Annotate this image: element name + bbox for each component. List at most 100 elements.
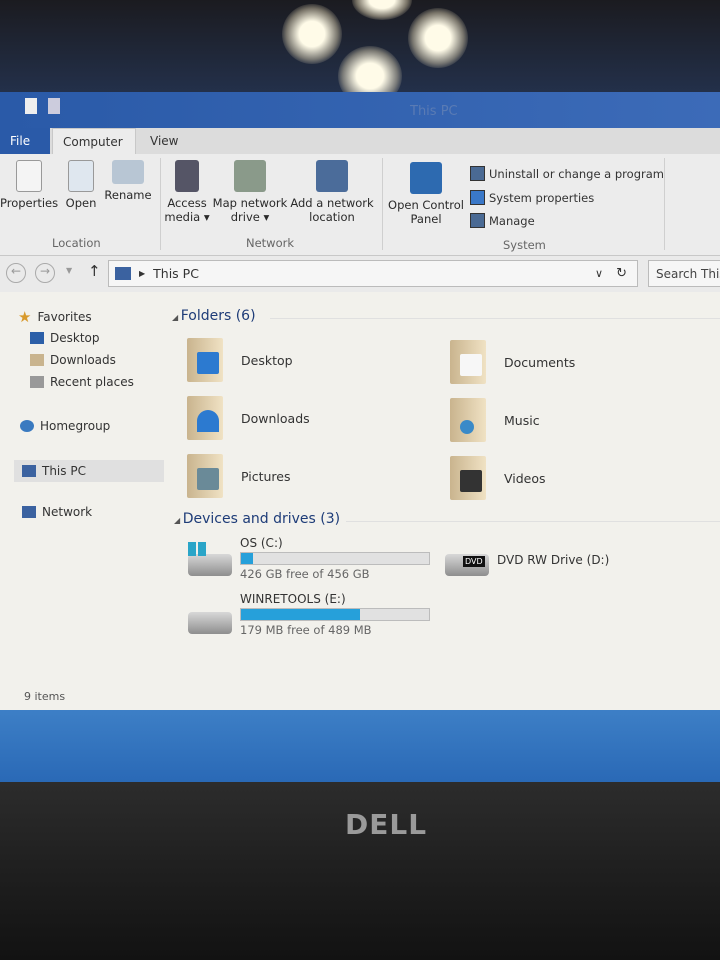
quick-access-folder-icon[interactable] [48,98,60,114]
windows-logo-icon [188,542,206,556]
network-icon [22,506,36,518]
ribbon-tabs: File Computer View [0,128,720,156]
open-icon [68,160,94,192]
address-input[interactable]: ▶ This PC ∨ ↻ [108,260,638,287]
desktop-icon [30,332,44,344]
sidebar-item-favorites[interactable]: ★ Favorites [18,308,92,326]
uninstall-program-button[interactable]: Uninstall or change a program [470,166,664,181]
breadcrumb-separator-icon: ▶ [139,269,146,278]
folder-videos[interactable]: Videos [450,456,546,500]
drive-name: OS (C:) [240,536,283,550]
group-label-network: Network [246,236,295,250]
music-folder-icon [450,398,486,442]
control-panel-icon [410,162,442,194]
drive-usage-bar [240,608,430,621]
folder-music[interactable]: Music [450,398,540,442]
quick-access-properties-icon[interactable] [25,98,37,114]
network-location-icon [316,160,348,192]
drive-usage-fill [241,553,254,564]
access-media-button[interactable]: Access media ▾ [164,160,210,224]
drive-free-space: 426 GB free of 456 GB [240,567,370,581]
dvd-label-icon: DVD [463,556,485,567]
breadcrumb-this-pc[interactable]: This PC [153,266,199,281]
star-icon: ★ [18,308,32,326]
section-divider [270,318,720,319]
refresh-icon[interactable]: ↻ [616,266,627,281]
address-dropdown-icon[interactable]: ∨ [595,267,603,280]
tab-file[interactable]: File [0,128,50,156]
downloads-folder-icon [187,396,223,440]
computer-icon [22,465,36,477]
folder-documents[interactable]: Documents [450,340,575,384]
drive-dvd-d[interactable]: DVD RW Drive (D:) [497,553,609,567]
videos-folder-icon [450,456,486,500]
drive-usage-fill [241,609,361,620]
drive-name: DVD RW Drive (D:) [497,553,610,567]
network-drive-icon [234,160,266,192]
drive-free-space: 179 MB free of 489 MB [240,623,372,637]
group-label-system: System [503,238,546,252]
open-control-panel-button[interactable]: Open Control Panel [386,162,466,226]
rename-button[interactable]: Rename [104,160,152,202]
folders-section-header[interactable]: ◢ Folders (6) [172,308,256,324]
drive-usage-bar [240,552,430,565]
os-drive-icon [188,554,232,576]
drive-name: WINRETOOLS (E:) [240,592,346,606]
title-bar [0,92,720,130]
sidebar-item-desktop[interactable]: Desktop [30,331,100,345]
properties-icon [16,160,42,192]
dell-logo: DELL [345,808,428,841]
ribbon: Properties Open Rename Location Access m… [0,154,720,256]
tab-computer[interactable]: Computer [52,128,136,156]
drive-os-c[interactable]: OS (C:) 426 GB free of 456 GB [240,536,430,581]
system-properties-button[interactable]: System properties [470,190,594,205]
search-input[interactable]: Search This PC [648,260,720,287]
manage-icon [470,213,485,228]
manage-button[interactable]: Manage [470,213,535,228]
map-network-drive-button[interactable]: Map network drive ▾ [212,160,288,224]
section-divider [346,521,720,522]
desktop-background [0,710,720,782]
up-arrow-icon[interactable]: ↑ [88,262,101,280]
winretools-drive-icon [188,612,232,634]
documents-folder-icon [450,340,486,384]
recent-places-icon [30,376,44,388]
separator [664,158,665,250]
programs-icon [470,166,485,181]
system-properties-icon [470,190,485,205]
collapse-icon: ◢ [172,313,181,322]
sidebar-item-downloads[interactable]: Downloads [30,353,116,367]
sidebar-item-network[interactable]: Network [22,505,92,519]
window-title: This PC [410,104,458,119]
group-label-location: Location [52,236,101,250]
forward-button[interactable]: → [35,263,55,283]
recent-locations-chevron-icon[interactable]: ▼ [66,266,72,275]
sidebar-item-homegroup[interactable]: Homegroup [20,419,110,433]
folder-downloads[interactable]: Downloads [187,396,310,440]
open-button[interactable]: Open [62,160,100,210]
desktop-folder-icon [187,338,223,382]
status-item-count: 9 items [24,690,66,703]
sidebar-item-this-pc[interactable]: This PC [14,460,164,482]
address-bar-row: ← → ▼ ↑ ▶ This PC ∨ ↻ Search This PC [0,256,720,292]
folder-desktop[interactable]: Desktop [187,338,293,382]
back-button[interactable]: ← [6,263,26,283]
collapse-icon: ◢ [174,516,183,525]
drives-section-header[interactable]: ◢ Devices and drives (3) [174,511,340,527]
explorer-content: ★ Favorites Desktop Downloads Recent plac… [0,292,720,710]
media-icon [175,160,199,192]
pictures-folder-icon [187,454,223,498]
homegroup-icon [20,420,34,432]
sidebar-item-recent-places[interactable]: Recent places [30,375,134,389]
tab-view[interactable]: View [140,128,188,156]
properties-button[interactable]: Properties [0,160,58,210]
separator [382,158,383,250]
rename-icon [112,160,144,184]
add-network-location-button[interactable]: Add a network location [290,160,374,224]
folder-pictures[interactable]: Pictures [187,454,291,498]
drive-winretools-e[interactable]: WINRETOOLS (E:) 179 MB free of 489 MB [240,592,430,637]
photo-background [0,0,720,106]
separator [160,158,161,250]
computer-icon [115,267,131,280]
downloads-icon [30,354,44,366]
